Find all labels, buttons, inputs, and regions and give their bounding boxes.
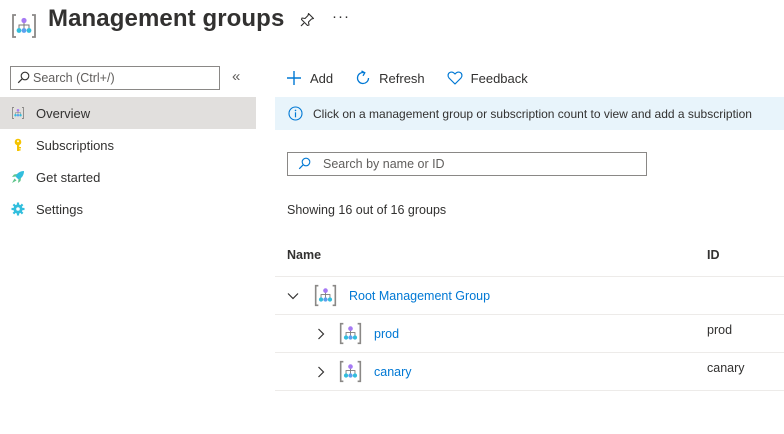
group-name-link[interactable]: Root Management Group (349, 289, 490, 303)
sidebar-item-settings[interactable]: Settings (0, 193, 256, 225)
feedback-button[interactable]: Feedback (447, 70, 528, 86)
column-header-name[interactable]: Name (287, 248, 321, 262)
sidebar-item-label: Subscriptions (36, 137, 115, 153)
sidebar-item-label: Get started (36, 169, 101, 185)
result-count: Showing 16 out of 16 groups (287, 203, 447, 217)
page-title: Management groups (48, 5, 285, 32)
add-button-label: Add (310, 70, 334, 86)
refresh-button[interactable]: Refresh (355, 70, 425, 86)
sidebar-item-overview[interactable]: Overview (0, 97, 256, 129)
main-content: Add Refresh Feedback Click on a manageme… (275, 60, 784, 434)
table-divider (275, 390, 784, 391)
sidebar-item-label: Overview (36, 105, 91, 121)
management-group-icon (10, 12, 38, 40)
pin-icon[interactable] (299, 12, 315, 28)
group-search-input[interactable] (323, 155, 638, 173)
chevron-right-icon[interactable] (315, 327, 327, 340)
group-id: canary (707, 361, 745, 375)
group-search[interactable] (287, 152, 647, 176)
chevron-down-icon[interactable] (287, 289, 299, 301)
refresh-icon (355, 70, 371, 86)
group-name-link[interactable]: prod (374, 327, 399, 341)
sidebar: « Overview Subscriptions Get started Set… (0, 60, 256, 434)
sidebar-item-get-started[interactable]: Get started (0, 161, 256, 193)
feedback-button-label: Feedback (470, 70, 528, 86)
sidebar-item-label: Settings (36, 201, 83, 217)
rocket-icon (11, 170, 25, 184)
sidebar-item-subscriptions[interactable]: Subscriptions (0, 129, 256, 161)
add-button[interactable]: Add (286, 70, 333, 86)
heart-icon (447, 70, 463, 86)
refresh-button-label: Refresh (379, 70, 425, 86)
management-group-icon (338, 359, 363, 384)
group-id: prod (707, 323, 733, 337)
info-icon (288, 106, 303, 121)
search-icon (17, 71, 30, 84)
command-bar: Add Refresh Feedback (275, 68, 528, 88)
column-header-id[interactable]: ID (707, 248, 720, 262)
group-name-link[interactable]: canary (374, 365, 412, 379)
plus-icon (286, 70, 302, 86)
page-header: Management groups ··· (0, 0, 784, 44)
table-row: canary canary (275, 352, 784, 390)
table-row: Root Management Group (275, 276, 784, 314)
management-group-icon (338, 321, 363, 346)
search-icon (298, 157, 311, 170)
table-row: prod prod (275, 314, 784, 352)
gear-icon (11, 202, 25, 216)
info-banner-text: Click on a management group or subscript… (313, 106, 752, 121)
sidebar-search-input[interactable] (33, 69, 217, 87)
collapse-sidebar-icon[interactable]: « (232, 68, 240, 85)
key-icon (11, 138, 25, 152)
management-group-icon (313, 283, 338, 308)
sidebar-search[interactable] (10, 66, 220, 90)
more-options-icon[interactable]: ··· (332, 8, 350, 25)
info-banner: Click on a management group or subscript… (275, 97, 784, 130)
chevron-right-icon[interactable] (315, 365, 327, 378)
management-group-icon (11, 106, 25, 120)
